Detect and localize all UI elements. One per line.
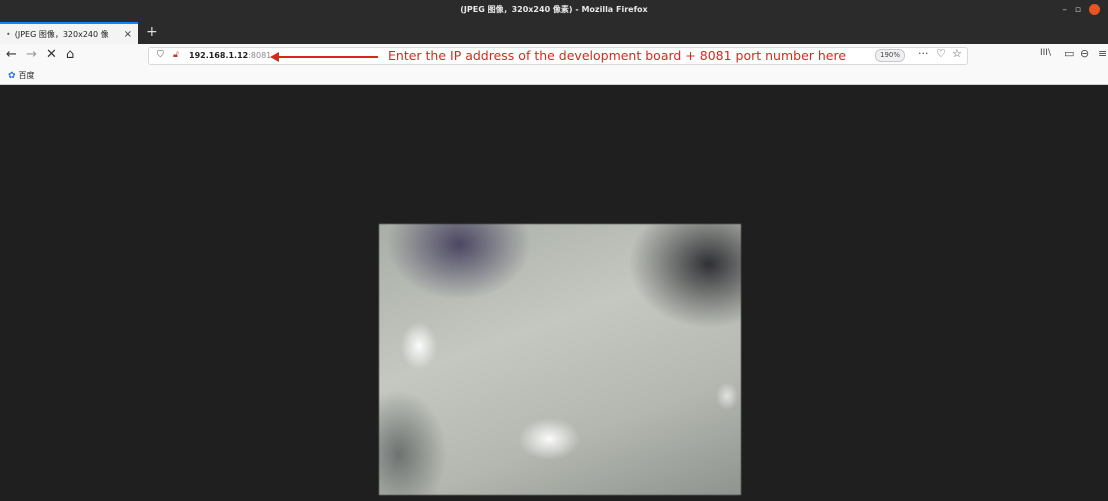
library-icon[interactable]: III\ — [1040, 48, 1051, 58]
window-close-button[interactable] — [1089, 4, 1100, 15]
window-titlebar: (JPEG 图像，320x240 像素) - Mozilla Firefox –… — [0, 0, 1108, 22]
url-text[interactable]: 192.168.1.12:8081 — [189, 51, 271, 60]
url-host: 192.168.1.12 — [189, 51, 249, 60]
baidu-icon: ✿ — [8, 70, 16, 81]
bookmark-item-baidu[interactable]: ✿ 百度 — [8, 70, 35, 81]
tab-close-icon[interactable]: × — [124, 29, 132, 40]
url-port: :8081 — [248, 51, 272, 60]
stop-icon[interactable]: ✕ — [46, 47, 57, 62]
annotation-arrow — [274, 56, 378, 58]
tab-favicon-icon: • — [6, 29, 11, 39]
forward-arrow-icon[interactable]: → — [26, 47, 37, 62]
back-arrow-icon[interactable]: ← — [6, 47, 17, 62]
tracking-shield-icon[interactable]: ⛉ — [157, 50, 164, 60]
insecure-lock-icon[interactable]: 🔓︎ — [173, 50, 179, 60]
camera-image — [379, 224, 741, 495]
tab-jpeg-image[interactable]: • (JPEG 图像，320x240 像 × — [0, 22, 138, 44]
bookmark-label: 百度 — [18, 71, 35, 80]
account-icon[interactable]: ⊖ — [1080, 47, 1089, 60]
maximize-button[interactable]: ▫ — [1075, 5, 1081, 15]
window-title: (JPEG 图像，320x240 像素) - Mozilla Firefox — [460, 5, 648, 14]
new-tab-button[interactable]: + — [146, 24, 158, 40]
page-actions-icon[interactable]: ··· — [918, 47, 929, 60]
menu-icon[interactable]: ≡ — [1098, 47, 1107, 60]
minimize-button[interactable]: – — [1062, 5, 1067, 15]
zoom-indicator[interactable]: 190% — [875, 49, 905, 62]
annotation-text: Enter the IP address of the development … — [388, 48, 847, 63]
tab-label: (JPEG 图像，320x240 像 — [14, 29, 109, 39]
pocket-icon[interactable]: ♡ — [936, 47, 946, 60]
home-icon[interactable]: ⌂ — [66, 47, 74, 62]
tab-bar: • (JPEG 图像，320x240 像 × + — [0, 22, 1108, 44]
sidebar-icon[interactable]: ▭ — [1064, 47, 1074, 60]
bookmark-star-icon[interactable]: ☆ — [952, 47, 962, 60]
bookmarks-toolbar: ✿ 百度 — [0, 68, 1108, 85]
